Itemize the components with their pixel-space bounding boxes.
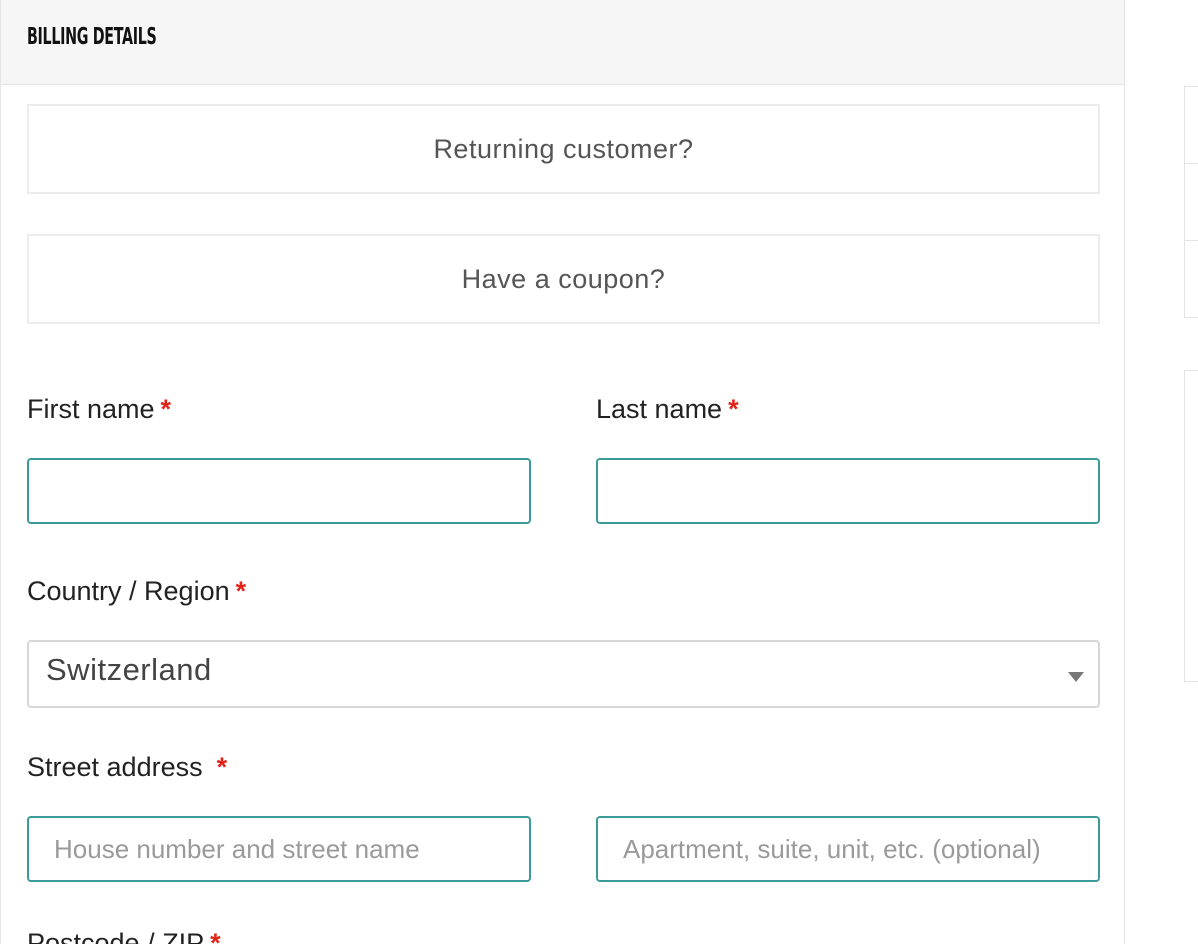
last-name-label: Last name *: [596, 394, 739, 425]
required-marker: *: [235, 576, 247, 606]
last-name-label-text: Last name: [596, 394, 723, 424]
first-name-input[interactable]: [27, 458, 531, 524]
chevron-down-icon: [1068, 672, 1084, 682]
street-address-line1-input[interactable]: [27, 816, 531, 882]
street-address-label-text: Street address: [27, 752, 203, 782]
country-selected-value: Switzerland: [46, 652, 212, 687]
order-summary-column-edge: [1184, 0, 1198, 944]
first-name-label-text: First name: [27, 394, 155, 424]
last-name-input[interactable]: [596, 458, 1100, 524]
panel-title: Billing details: [27, 24, 157, 50]
postcode-label: Postcode / ZIP *: [27, 928, 221, 944]
country-label-text: Country / Region: [27, 576, 230, 606]
summary-row-edge: [1184, 240, 1198, 318]
summary-box-edge: [1184, 370, 1198, 682]
street-address-line2-input[interactable]: [596, 816, 1100, 882]
street-address-label: Street address *: [27, 752, 227, 783]
required-marker: *: [210, 928, 221, 944]
postcode-label-text: Postcode / ZIP: [27, 928, 205, 944]
returning-customer-toggle[interactable]: Returning customer?: [27, 104, 1100, 194]
required-marker: *: [728, 394, 739, 424]
required-marker: *: [216, 752, 228, 782]
summary-row-edge: [1184, 163, 1198, 240]
billing-details-panel: Billing details Returning customer? Have…: [0, 0, 1125, 944]
panel-header: Billing details: [1, 0, 1124, 85]
first-name-label: First name *: [27, 394, 171, 425]
country-label: Country / Region *: [27, 576, 246, 607]
country-select[interactable]: Switzerland: [27, 640, 1100, 708]
coupon-toggle[interactable]: Have a coupon?: [27, 234, 1100, 324]
summary-row-edge: [1184, 86, 1198, 163]
required-marker: *: [160, 394, 172, 424]
